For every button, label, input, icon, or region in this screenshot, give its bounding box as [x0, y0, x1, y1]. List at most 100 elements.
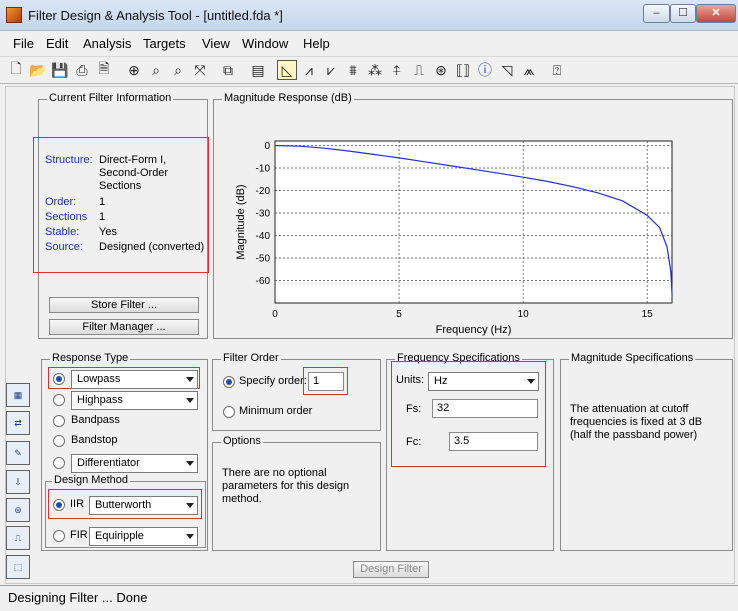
menu-edit[interactable]: Edit	[46, 36, 68, 51]
menu-targets[interactable]: Targets	[143, 36, 186, 51]
iir-method-select[interactable]: Butterworth	[89, 496, 198, 515]
toolbar: 🗋 📂 💾 ⎙ 🗎 ⊕ ⌕ ⌕ ⤧ ⧉ ▤ ◺ ⩘ ⩗ ⩩ ⁂ ⍏ ⎍ ⊛ ⟦⟧…	[0, 56, 738, 84]
stable-label: Stable:	[45, 226, 80, 238]
response-type-title: Response Type	[50, 352, 131, 364]
magnitude-specs-title: Magnitude Specifications	[569, 352, 696, 364]
order-input[interactable]: 1	[308, 372, 344, 391]
multirate-icon[interactable]: ⊛	[6, 498, 30, 522]
differentiator-select-value: Differentiator	[77, 457, 140, 469]
x-tick-label: 0	[272, 309, 278, 320]
info-icon[interactable]: ⓘ	[475, 60, 495, 80]
units-select[interactable]: Hz	[428, 372, 539, 391]
y-tick-label: -60	[256, 276, 271, 287]
zoom-y-icon[interactable]: ⌕	[168, 60, 188, 80]
magnitude-specs-text: The attenuation at cutoff frequencies is…	[570, 403, 703, 441]
close-button[interactable]: ✕	[696, 4, 736, 23]
filter-specs-icon[interactable]: ▤	[248, 60, 268, 80]
sections-value: 1	[99, 211, 106, 223]
coefficients-icon[interactable]: ⟦⟧	[453, 60, 473, 80]
full-view-icon[interactable]: ⤧	[190, 60, 210, 80]
new-icon[interactable]: 🗋	[6, 60, 26, 80]
import-filter-icon[interactable]: ⇩	[6, 470, 30, 494]
differentiator-select[interactable]: Differentiator	[71, 454, 198, 473]
fir-radio[interactable]	[53, 530, 65, 542]
fc-label: Fc:	[406, 436, 422, 448]
fs-label: Fs:	[406, 403, 422, 415]
y-axis-label: Magnitude (dB)	[235, 184, 247, 259]
lowpass-select[interactable]: Lowpass	[71, 370, 198, 389]
status-text: Designing Filter ... Done	[8, 590, 148, 605]
y-tick-label: -30	[256, 209, 271, 220]
iir-method-value: Butterworth	[95, 499, 152, 511]
new-figure-icon[interactable]: ⧉	[218, 60, 238, 80]
bandstop-radio[interactable]	[53, 435, 65, 447]
chevron-down-icon	[186, 377, 194, 382]
filter-order-panel: Filter Order	[212, 352, 381, 431]
order-label: Order:	[45, 196, 77, 208]
structure-label: Structure:	[45, 154, 93, 166]
window-title: Filter Design & Analysis Tool - [untitle…	[28, 8, 283, 23]
group-delay-icon[interactable]: ⩩	[343, 60, 363, 80]
save-icon[interactable]: 💾	[50, 60, 70, 80]
minimum-order-radio[interactable]	[223, 406, 235, 418]
current-filter-title: Current Filter Information	[47, 92, 174, 104]
iir-radio[interactable]	[53, 499, 65, 511]
print-preview-icon[interactable]: 🗎	[94, 60, 114, 80]
magnitude-estimate-icon[interactable]: ⩕	[519, 60, 539, 80]
design-filter-button[interactable]: Design Filter	[353, 561, 429, 578]
highpass-select[interactable]: Highpass	[71, 391, 198, 410]
x-tick-label: 10	[518, 309, 530, 320]
impulse-response-icon[interactable]: ⍏	[387, 60, 407, 80]
x-tick-label: 5	[396, 309, 402, 320]
transform-filter-icon[interactable]: ⇄	[6, 411, 30, 435]
filter-order-title: Filter Order	[221, 352, 281, 364]
phase-delay-icon[interactable]: ⁂	[365, 60, 385, 80]
magnitude-specs-panel: Magnitude Specifications	[560, 352, 733, 551]
zoom-in-icon[interactable]: ⊕	[124, 60, 144, 80]
source-label: Source:	[45, 241, 83, 253]
menu-view[interactable]: View	[202, 36, 230, 51]
chevron-down-icon	[186, 503, 194, 508]
order-value: 1	[99, 196, 106, 208]
magnitude-response-icon[interactable]: ◺	[277, 60, 297, 80]
phase-response-icon[interactable]: ⩘	[299, 60, 319, 80]
zoom-x-icon[interactable]: ⌕	[146, 60, 166, 80]
chevron-down-icon	[186, 398, 194, 403]
highpass-select-value: Highpass	[77, 394, 123, 406]
design-filter-mode-icon[interactable]: ⬚	[6, 555, 30, 579]
menu-analysis[interactable]: Analysis	[83, 36, 131, 51]
bandpass-radio[interactable]	[53, 415, 65, 427]
matlab-app-icon	[6, 7, 22, 23]
minimize-button[interactable]: ‒	[643, 4, 670, 23]
open-icon[interactable]: 📂	[28, 60, 48, 80]
fs-input[interactable]: 32	[432, 399, 538, 418]
differentiator-radio[interactable]	[53, 457, 65, 469]
magnitude-response-panel: Magnitude Response (dB) 0 5 10 15 0 -10 -20 -30…	[213, 92, 733, 339]
pole-zero-icon[interactable]: ⊛	[431, 60, 451, 80]
quantize-icon[interactable]: ⎍	[6, 526, 30, 550]
whats-this-icon[interactable]: ⍰	[547, 60, 567, 80]
lowpass-radio[interactable]	[53, 373, 65, 385]
fc-input[interactable]: 3.5	[449, 432, 538, 451]
step-response-icon[interactable]: ⎍	[409, 60, 429, 80]
lowpass-select-value: Lowpass	[77, 373, 121, 385]
print-icon[interactable]: ⎙	[72, 60, 92, 80]
fir-method-select[interactable]: Equiripple	[89, 527, 198, 546]
fir-method-value: Equiripple	[95, 530, 144, 542]
options-title: Options	[221, 435, 263, 447]
pole-zero-editor-icon[interactable]: ✎	[6, 441, 30, 465]
menu-window[interactable]: Window	[242, 36, 288, 51]
filter-manager-button[interactable]: Filter Manager ...	[49, 319, 199, 335]
y-tick-label: -10	[256, 164, 271, 175]
maximize-button[interactable]: ☐	[670, 4, 696, 23]
highpass-radio[interactable]	[53, 394, 65, 406]
source-value: Designed (converted)	[99, 241, 205, 253]
menu-file[interactable]: File	[13, 36, 34, 51]
round-off-noise-icon[interactable]: ◹	[497, 60, 517, 80]
realize-model-icon[interactable]: ▦	[6, 383, 30, 407]
store-filter-button[interactable]: Store Filter ...	[49, 297, 199, 313]
y-tick-label: 0	[264, 141, 270, 152]
specify-order-radio[interactable]	[223, 376, 235, 388]
magnitude-phase-icon[interactable]: ⩗	[321, 60, 341, 80]
menu-help[interactable]: Help	[303, 36, 330, 51]
